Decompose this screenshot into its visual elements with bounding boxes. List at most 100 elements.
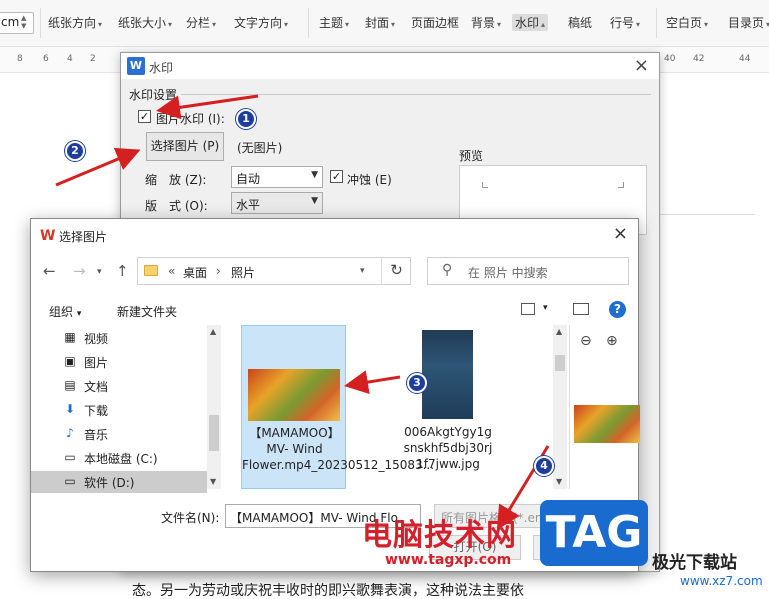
refresh-icon[interactable]: ↻ (381, 257, 411, 285)
file-dialog-title: 选择图片 (59, 230, 108, 244)
file-name-label: 文件名(N): (161, 511, 220, 525)
file-scroll-thumb[interactable] (555, 355, 565, 371)
theme-button[interactable]: 主题 ▾ (319, 14, 349, 31)
picture-watermark-checkbox[interactable]: ✓ (138, 110, 151, 123)
unit-input[interactable]: cm (0, 12, 34, 34)
washout-label: 冲蚀 (E) (347, 173, 392, 187)
choose-picture-button[interactable]: 选择图片 (P) (146, 132, 224, 161)
close-icon[interactable]: × (634, 55, 649, 76)
up-arrow-icon[interactable]: ↑ (116, 262, 129, 280)
back-arrow-icon[interactable]: ← (43, 262, 56, 280)
step-badge-4: 4 (534, 456, 554, 476)
drive-icon: ▭ (64, 474, 76, 488)
organize-button[interactable]: 组织 ▾ (49, 303, 81, 320)
file-item-mamamoo[interactable]: 【MAMAMOO】MV- Wind Flower.mp4_20230512_15… (241, 325, 435, 489)
file-preview-pane: ⊖ ⊕ (569, 325, 640, 489)
zoom-out-icon[interactable]: ⊖ (580, 333, 592, 349)
document-text[interactable]: 态。另一为劳动或庆祝丰收时的即兴歌舞表演，这种说法主要依 (132, 580, 524, 599)
manuscript-paper-button[interactable]: 稿纸 (568, 14, 592, 31)
file-dialog-titlebar[interactable]: W 选择图片 × (31, 219, 638, 251)
tree-item-downloads[interactable]: ⬇ 下载 (63, 399, 221, 421)
ruler-mark: 44 (739, 54, 751, 64)
breadcrumb-desktop[interactable]: 桌面 (183, 264, 207, 281)
no-picture-text: (无图片) (237, 141, 283, 155)
pictures-icon: ▣ (64, 354, 76, 368)
file-dialog-toolbar: 组织 ▾ 新建文件夹 ▾ ? (31, 295, 638, 325)
scroll-down-icon[interactable]: ▼ (210, 477, 216, 486)
forward-arrow-icon[interactable]: → (73, 262, 86, 280)
documents-icon: ▤ (64, 378, 76, 392)
file-name: 【MAMAMOO】MV- Wind Flower.mp4_20230512_15… (242, 426, 435, 472)
layout-label: 版 式 (O): (145, 199, 208, 213)
step-badge-1: 1 (236, 109, 256, 129)
folder-icon (144, 265, 158, 276)
divider (181, 94, 651, 95)
file-name: 006AkgtYgy1gsnskhf5dbj30rj1f7jww.jpg (403, 425, 493, 471)
help-icon[interactable]: ? (609, 301, 626, 318)
tree-item-drive-d[interactable]: ▭ 软件 (D:) (31, 471, 207, 493)
file-item-jpg[interactable]: 006AkgtYgy1gsnskhf5dbj30rj1f7jww.jpg (395, 325, 500, 489)
drive-icon: ▭ (64, 450, 76, 464)
breadcrumb-overflow[interactable]: « (168, 264, 175, 278)
file-list-scrollbar[interactable]: ▲ ▼ (553, 325, 567, 489)
watermark-settings-heading: 水印设置 (129, 88, 178, 102)
search-placeholder: 在 照片 中搜索 (468, 266, 548, 280)
watermark-dialog-titlebar[interactable]: W 水印 × (121, 53, 659, 79)
scroll-up-icon[interactable]: ▲ (210, 327, 216, 336)
unit-spinner[interactable]: ▲ ▼ (21, 14, 26, 30)
ruler-mark: 4 (67, 54, 73, 64)
scale-label: 缩 放 (Z): (145, 173, 207, 187)
washout-checkbox[interactable]: ✓ (330, 170, 343, 183)
scroll-up-icon[interactable]: ▲ (556, 327, 562, 336)
close-icon[interactable]: × (613, 223, 628, 244)
address-dropdown-icon[interactable]: ▾ (360, 266, 365, 276)
file-thumbnail (422, 330, 473, 419)
background-button[interactable]: 背景 ▾ (471, 14, 501, 31)
breadcrumb-photos[interactable]: 照片 (231, 264, 255, 281)
address-bar[interactable]: « 桌面 › 照片 ▾ (137, 257, 411, 285)
scale-select[interactable]: 自动 ▼ (231, 166, 323, 188)
tree-item-videos[interactable]: ▦ 视频 (63, 327, 221, 349)
tree-item-music[interactable]: ♪ 音乐 (63, 423, 221, 445)
preview-pane-icon[interactable] (573, 303, 589, 315)
line-number-button[interactable]: 行号 ▾ (610, 14, 640, 31)
tree-scrollbar[interactable]: ▲ ▼ (207, 325, 221, 489)
ruler-mark: 8 (17, 54, 23, 64)
tree-scroll-thumb[interactable] (209, 415, 219, 451)
picture-watermark-label: 图片水印 (I): (156, 112, 225, 126)
paper-size-button[interactable]: 纸张大小 ▾ (118, 14, 172, 31)
tree-item-pictures[interactable]: ▣ 图片 (63, 351, 221, 373)
tree-item-documents[interactable]: ▤ 文档 (63, 375, 221, 397)
recent-locations-chevron-icon[interactable]: ▾ (97, 267, 102, 277)
download-site-name: 极光下载站 (652, 553, 737, 573)
cover-button[interactable]: 封面 ▾ (365, 14, 395, 31)
paper-orientation-button[interactable]: 纸张方向 ▾ (48, 14, 102, 31)
layout-select[interactable]: 水平 ▼ (231, 192, 323, 214)
text-direction-button[interactable]: 文字方向 ▾ (234, 14, 288, 31)
file-thumbnail (248, 369, 340, 421)
chevron-down-icon: ▼ (311, 170, 318, 180)
new-folder-button[interactable]: 新建文件夹 (117, 303, 177, 320)
watermark-button[interactable]: 水印 ▴ (512, 14, 549, 31)
music-icon: ♪ (66, 426, 74, 440)
ruler-mark: 6 (43, 54, 49, 64)
zoom-in-icon[interactable]: ⊕ (606, 333, 618, 349)
unit-value: cm (1, 15, 20, 29)
blank-page-button[interactable]: 空白页 ▾ (666, 14, 708, 31)
tree-item-drive-c[interactable]: ▭ 本地磁盘 (C:) (63, 447, 221, 469)
downloads-icon: ⬇ (64, 402, 76, 416)
ruler-mark: 2 (90, 54, 96, 64)
breadcrumb-separator: › (216, 264, 221, 278)
download-site-url: www.xz7.com (680, 574, 763, 588)
preview-image (574, 405, 640, 443)
layout-value: 水平 (236, 198, 261, 212)
page-border-button[interactable]: 页面边框 (411, 14, 459, 31)
page-margin-line (655, 214, 755, 215)
columns-button[interactable]: 分栏 ▾ (186, 14, 216, 31)
preview-corner-mark (482, 182, 488, 188)
view-options-icon[interactable] (521, 303, 535, 315)
scroll-down-icon[interactable]: ▼ (556, 477, 562, 486)
toc-page-button[interactable]: 目录页 ▾ (728, 14, 769, 31)
search-input[interactable]: ⚲ 在 照片 中搜索 (427, 257, 629, 285)
view-dropdown-icon[interactable]: ▾ (543, 303, 548, 313)
